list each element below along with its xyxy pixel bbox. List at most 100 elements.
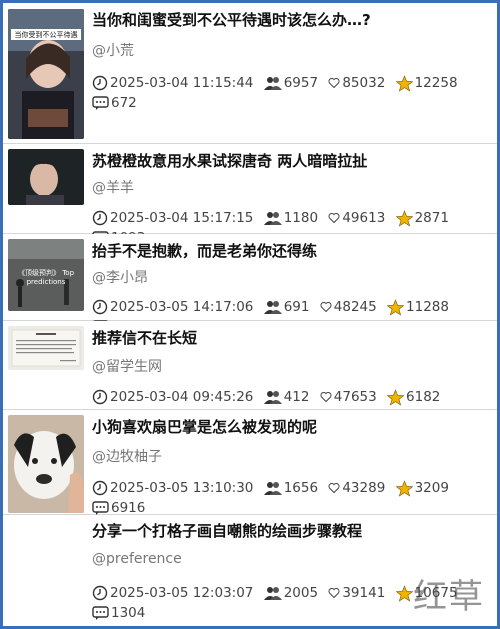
list-item[interactable]: 推荐信不在长短 @留学生网 2025-03-04 09:45:26 412 47…: [3, 321, 497, 425]
stats-row: 2025-03-04 11:15:44 6957 85032 12258 672: [92, 73, 493, 113]
likes-stat: 39141: [328, 583, 385, 603]
star-icon: [395, 479, 413, 497]
likes-stat: 85032: [328, 73, 385, 93]
stars-count: 11288: [406, 299, 449, 315]
stars-stat: 11288: [387, 297, 449, 317]
publish-date: 2025-03-04 15:17:15: [110, 210, 254, 226]
heart-icon: [328, 483, 340, 494]
comment-icon: [92, 605, 109, 620]
video-title[interactable]: 小狗喜欢扇巴掌是怎么被发现的呢: [92, 417, 491, 437]
video-thumbnail[interactable]: 当你受到不公平待遇: [8, 9, 84, 139]
people-icon: [263, 212, 282, 225]
people-icon: [263, 391, 282, 404]
video-title[interactable]: 推荐信不在长短: [92, 328, 491, 348]
comment-icon: [92, 95, 109, 110]
stars-count: 2871: [414, 210, 449, 226]
followers-stat: 1656: [263, 478, 319, 498]
watermark: 红草: [413, 577, 485, 617]
likes-stat: 47653: [320, 387, 377, 407]
author-name[interactable]: @羊羊: [92, 177, 134, 197]
list-item[interactable]: 《顶级预判》 Top predictions 抬手不是抱歉，而是老弟你还得练 @…: [3, 234, 497, 335]
video-title[interactable]: 分享一个打格子画自嘲熊的绘画步骤教程: [92, 521, 491, 541]
comments-count: 1304: [111, 605, 146, 621]
clock-icon: [92, 389, 108, 405]
followers-stat: 412: [263, 387, 310, 407]
followers-count: 2005: [283, 585, 319, 601]
likes-stat: 49613: [328, 208, 385, 228]
author-name[interactable]: @preference: [92, 551, 182, 567]
publish-time: 2025-03-04 09:45:26: [92, 387, 253, 407]
thumb-caption: 当你受到不公平待遇: [14, 31, 78, 39]
video-title[interactable]: 苏橙橙故意用水果试探唐奇 两人暗暗拉扯: [92, 151, 491, 171]
followers-stat: 6957: [263, 73, 319, 93]
publish-time: 2025-03-04 15:17:15: [92, 208, 253, 228]
likes-stat: 48245: [320, 297, 377, 317]
list-item[interactable]: 当你受到不公平待遇 当你和闺蜜受到不公平待遇时该怎么办…? @小荒 2025-0…: [3, 3, 497, 144]
comment-icon: [92, 500, 109, 515]
followers-stat: 2005: [263, 583, 319, 603]
video-thumbnail[interactable]: [8, 415, 84, 513]
stars-stat: 2871: [395, 208, 449, 228]
publish-date: 2025-03-04 09:45:26: [110, 389, 254, 405]
followers-count: 1180: [283, 210, 319, 226]
clock-icon: [92, 75, 108, 91]
author-name[interactable]: @边牧柚子: [92, 446, 162, 466]
heart-icon: [328, 78, 340, 89]
likes-stat: 43289: [328, 478, 385, 498]
author-name[interactable]: @小荒: [92, 40, 134, 60]
clock-icon: [92, 210, 108, 226]
feed-window: 当你受到不公平待遇 当你和闺蜜受到不公平待遇时该怎么办…? @小荒 2025-0…: [0, 0, 500, 629]
heart-icon: [320, 392, 332, 403]
followers-stat: 691: [263, 297, 310, 317]
stars-count: 6182: [406, 389, 441, 405]
publish-date: 2025-03-05 12:03:07: [110, 585, 254, 601]
star-icon: [395, 209, 413, 227]
video-thumbnail[interactable]: [8, 326, 84, 370]
publish-date: 2025-03-05 14:17:06: [110, 299, 254, 315]
publish-time: 2025-03-04 11:15:44: [92, 73, 253, 93]
video-title[interactable]: 当你和闺蜜受到不公平待遇时该怎么办…?: [92, 10, 491, 30]
star-icon: [387, 298, 405, 316]
video-thumbnail[interactable]: [8, 149, 84, 205]
author-name[interactable]: @留学生网: [92, 356, 162, 376]
publish-time: 2025-03-05 12:03:07: [92, 583, 253, 603]
stars-stat: 12258: [395, 73, 458, 93]
publish-time: 2025-03-05 13:10:30: [92, 478, 253, 498]
comments-stat: 672: [92, 93, 137, 113]
likes-count: 49613: [342, 210, 386, 226]
people-icon: [263, 301, 282, 314]
likes-count: 39141: [342, 585, 386, 601]
video-thumbnail[interactable]: 《顶级预判》 Top predictions: [8, 239, 84, 311]
author-name[interactable]: @李小昂: [92, 267, 148, 287]
followers-stat: 1180: [263, 208, 319, 228]
followers-count: 6957: [283, 75, 319, 91]
followers-count: 412: [283, 389, 310, 405]
list-item[interactable]: 小狗喜欢扇巴掌是怎么被发现的呢 @边牧柚子 2025-03-05 13:10:3…: [3, 410, 497, 518]
likes-count: 43289: [342, 480, 386, 496]
stats-row: 2025-03-05 13:10:30 1656 43289 3209 6916: [92, 478, 493, 518]
publish-date: 2025-03-05 13:10:30: [110, 480, 254, 496]
stars-count: 12258: [414, 75, 458, 91]
people-icon: [263, 482, 282, 495]
people-icon: [263, 587, 282, 600]
heart-icon: [320, 302, 332, 313]
clock-icon: [92, 585, 108, 601]
people-icon: [263, 77, 282, 90]
likes-count: 47653: [333, 389, 377, 405]
thumb-caption: 《顶级预判》 Top predictions: [17, 269, 75, 286]
comments-count: 672: [111, 95, 137, 111]
followers-count: 691: [283, 299, 310, 315]
star-icon: [395, 584, 413, 602]
likes-count: 85032: [342, 75, 386, 91]
clock-icon: [92, 299, 108, 315]
video-title[interactable]: 抬手不是抱歉，而是老弟你还得练: [92, 241, 491, 261]
list-item[interactable]: 苏橙橙故意用水果试探唐奇 两人暗暗拉扯 @羊羊 2025-03-04 15:17…: [3, 144, 497, 246]
stars-stat: 6182: [387, 387, 440, 407]
publish-date: 2025-03-04 11:15:44: [110, 75, 254, 91]
followers-count: 1656: [283, 480, 319, 496]
publish-time: 2025-03-05 14:17:06: [92, 297, 253, 317]
star-icon: [395, 74, 413, 92]
clock-icon: [92, 480, 108, 496]
heart-icon: [328, 213, 340, 224]
stars-stat: 3209: [395, 478, 449, 498]
